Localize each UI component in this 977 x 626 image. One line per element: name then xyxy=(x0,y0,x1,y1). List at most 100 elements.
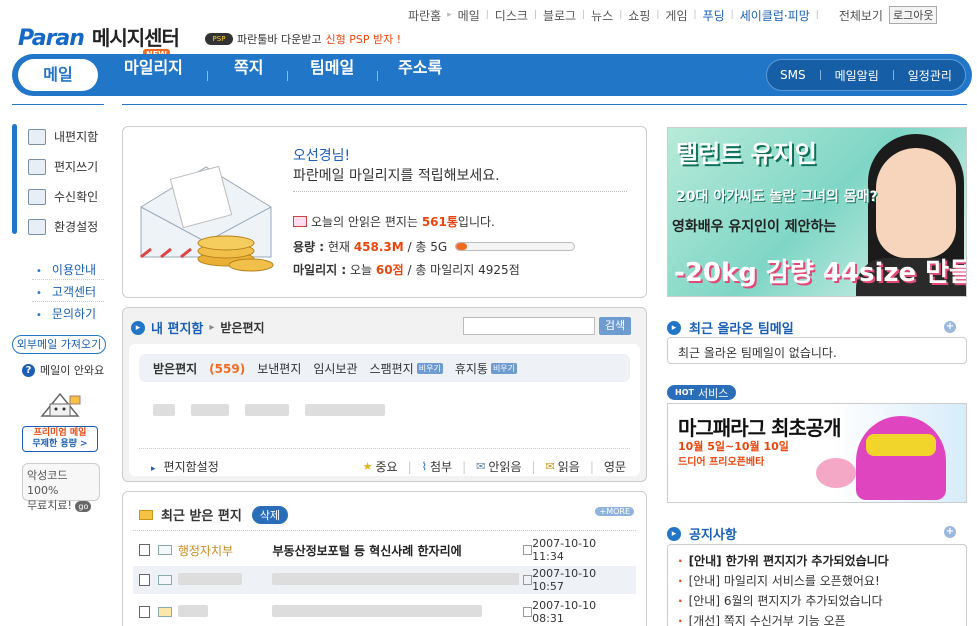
row-from[interactable] xyxy=(177,572,273,588)
row-checkbox[interactable] xyxy=(139,606,151,618)
separator: | xyxy=(485,10,489,20)
tab-note[interactable]: 쪽지 xyxy=(234,54,263,96)
delete-button[interactable]: 삭제 xyxy=(251,505,289,524)
toplink-news[interactable]: 뉴스 xyxy=(591,7,613,24)
empty-spam-button[interactable]: 비우기 xyxy=(416,362,443,374)
separator: | xyxy=(815,10,819,20)
game-ad-banner[interactable]: 마그패라그 최초공개 10월 5일~10월 10일 드디어 프리오픈베타 xyxy=(667,403,967,503)
unread-count[interactable]: 561통 xyxy=(422,213,458,230)
row-subject[interactable]: 부동산정보포털 등 혁신사례 한자리에 xyxy=(272,542,518,559)
mailbox-settings-link[interactable]: 편지함설정 xyxy=(151,458,219,475)
toplink-pudding[interactable]: 푸딩 xyxy=(703,7,725,24)
folder-trash[interactable]: 휴지통 xyxy=(455,360,488,377)
go-button[interactable]: go xyxy=(75,501,92,512)
list-item[interactable]: [안내] 한가위 편지지가 추가되었습니다 xyxy=(678,552,889,569)
envelope-closed-icon xyxy=(158,575,172,585)
folder-spam[interactable]: 스팸편지 xyxy=(370,360,414,377)
premium-mail-banner[interactable]: 프리미엄 메일 무제한 용량 > xyxy=(22,388,98,453)
external-mail-button[interactable]: 외부메일 가져오기 xyxy=(12,335,106,354)
brand-logo: Paran xyxy=(18,26,85,51)
toplink-paranhome[interactable]: 파란홈 xyxy=(408,7,441,24)
empty-trash-button[interactable]: 비우기 xyxy=(490,362,518,374)
page-icon xyxy=(522,607,533,617)
nav-divider xyxy=(892,70,894,80)
notice-more-icon[interactable]: + xyxy=(944,526,956,538)
tab-teammail[interactable]: 팀메일 xyxy=(310,54,354,96)
separator: | xyxy=(656,10,660,20)
nav-schedule[interactable]: 일정관리 xyxy=(908,67,952,84)
nav-divider xyxy=(819,70,821,80)
more-button[interactable]: +MORE xyxy=(595,507,634,516)
sidebar-item-settings[interactable]: 환경설정 xyxy=(28,218,98,235)
folder-sent[interactable]: 보낸편지 xyxy=(257,360,301,377)
sidebar-item-receipt[interactable]: 수신확인 xyxy=(28,188,98,205)
mail-help-link[interactable]: ? 메일이 안와요 xyxy=(22,362,104,378)
row-from[interactable] xyxy=(177,604,273,620)
diet-ad-banner[interactable]: 탤런트 유지인 20대 아가씨도 놀란 그녀의 몸매? 영화배우 유지인이 제안… xyxy=(667,127,967,297)
star-icon: ★ xyxy=(362,460,373,473)
virus-banner[interactable]: 악성코드 100% 무료치료! go xyxy=(22,463,100,512)
nav-divider xyxy=(377,71,378,81)
separator: | xyxy=(533,10,537,20)
teammail-more-icon[interactable]: + xyxy=(944,321,956,333)
receipt-icon xyxy=(28,188,46,205)
recent-mail-panel: 최근 받은 편지 삭제 +MORE 행정자치부 부동산정보포털 등 혁신사례 한… xyxy=(122,491,647,626)
mail-search-button[interactable]: 검색 xyxy=(599,317,631,335)
premium-line: 프리미엄 메일 xyxy=(33,428,87,438)
premium-line: 무제한 용량 > xyxy=(32,439,88,449)
folder-inbox[interactable]: 받은편지 (559) xyxy=(153,360,245,377)
list-item[interactable]: [안내] 6월의 편지지가 추가되었습니다 xyxy=(678,592,883,609)
list-item[interactable]: [개선] 쪽지 수신거부 기능 오픈 xyxy=(678,612,846,626)
logo[interactable]: Paran 메시지센터 xyxy=(18,22,180,51)
toplink-all[interactable]: 전체보기 xyxy=(839,7,883,24)
ad-headline: 탤런트 유지인 xyxy=(676,139,817,168)
list-item[interactable]: [안내] 마일리지 서비스를 오픈했어요! xyxy=(678,572,880,589)
toplink-mail[interactable]: 메일 xyxy=(458,7,480,24)
chevron-right-icon: ▸ xyxy=(131,320,145,335)
mailbox-panel: ▸ 내 편지함 ▸ 받은편지 검색 받은편지 (559) 보낸편지 임시보관 스팸… xyxy=(122,307,647,482)
toplink-disk[interactable]: 디스크 xyxy=(495,7,528,24)
row-from[interactable]: 행정자치부 xyxy=(178,542,273,559)
toplink-blog[interactable]: 블로그 xyxy=(543,7,576,24)
mail-search-input[interactable] xyxy=(463,317,595,335)
sidebar-sub-guide[interactable]: 이용안내 xyxy=(36,261,96,278)
row-subject[interactable] xyxy=(272,604,518,620)
row-subject[interactable] xyxy=(272,572,519,588)
row-checkbox[interactable] xyxy=(139,544,151,556)
row-checkbox[interactable] xyxy=(139,574,151,586)
toplink-shopping[interactable]: 쇼핑 xyxy=(628,7,650,24)
sidebar-item-label: 수신확인 xyxy=(54,190,99,204)
nav-sms[interactable]: SMS xyxy=(780,68,806,82)
nav-mail-alert[interactable]: 메일알림 xyxy=(835,67,879,84)
notice-list: [안내] 한가위 편지지가 추가되었습니다 [안내] 마일리지 서비스를 오픈했… xyxy=(667,544,967,626)
nav-divider xyxy=(207,71,208,81)
ad-subline: 20대 아가씨도 놀란 그녀의 몸매? xyxy=(676,189,878,205)
chevron-right-icon: ▸ xyxy=(447,10,452,20)
table-row[interactable]: 2007-10-10 08:31 xyxy=(133,598,636,626)
sidebar-sub-support[interactable]: 고객센터 xyxy=(36,283,96,300)
toplink-game[interactable]: 게임 xyxy=(665,7,687,24)
promo-text: 파란툴바 다운받고 xyxy=(237,33,322,46)
tab-addressbook[interactable]: 주소록 xyxy=(398,54,442,96)
table-row[interactable]: 2007-10-10 10:57 xyxy=(133,566,636,594)
sidebar-sub-inquiry[interactable]: 문의하기 xyxy=(36,305,96,322)
logout-button[interactable]: 로그아웃 xyxy=(888,6,938,24)
tab-mail[interactable]: 메일 xyxy=(18,59,98,91)
settings-icon xyxy=(28,218,46,235)
toolbar-promo[interactable]: PSP 파란툴바 다운받고 신형 PSP 받자 ! xyxy=(205,31,401,47)
sidebar-item-compose[interactable]: 편지쓰기 xyxy=(28,158,98,175)
table-row[interactable]: 행정자치부 부동산정보포털 등 혁신사례 한자리에 2007-10-10 11:… xyxy=(133,536,636,564)
separator: | xyxy=(619,10,623,20)
sidebar-item-inbox[interactable]: 내편지함 xyxy=(28,128,98,145)
teammail-title: 최근 올라온 팀메일 xyxy=(689,322,794,337)
blurred-stats xyxy=(153,404,385,416)
mailbox-title[interactable]: 내 편지함 xyxy=(151,318,203,337)
notice-header: ▸ 공지사항 xyxy=(667,524,737,543)
toplink-sayclub[interactable]: 세이클럽·피망 xyxy=(740,7,810,24)
main-nav: 메일 마일리지 쪽지 팀메일 주소록 SMS 메일알림 일정관리 xyxy=(12,54,972,96)
ad-subline: 영화배우 유지인이 제안하는 xyxy=(672,219,837,235)
tab-mileage[interactable]: 마일리지 xyxy=(124,54,183,96)
usage-progress-bar xyxy=(455,242,576,251)
teammail-header: ▸ 최근 올라온 팀메일 xyxy=(667,318,794,337)
folder-drafts[interactable]: 임시보관 xyxy=(313,360,357,377)
